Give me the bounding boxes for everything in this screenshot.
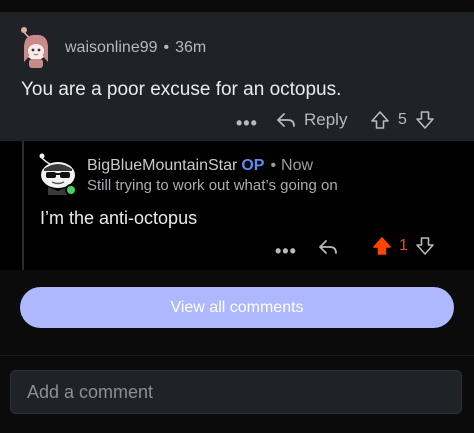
downvote-arrow-icon[interactable] (415, 110, 435, 130)
user-flair: Still trying to work out what’s going on (87, 177, 338, 194)
comment-actions: ••• Reply 5 (0, 106, 474, 136)
divider (0, 355, 474, 356)
comment-text: I’m the anti-octopus (40, 208, 198, 228)
reply-arrow-icon (277, 113, 295, 127)
comment-meta-reply: BigBlueMountainStar OP • Now (87, 157, 313, 175)
vote-count: 5 (398, 111, 407, 128)
downvote-arrow-icon[interactable] (415, 236, 435, 256)
username-link[interactable]: waisonline99 (65, 39, 158, 56)
more-options-button[interactable]: ••• (236, 114, 258, 132)
upvote-arrow-icon[interactable] (370, 110, 390, 130)
comment-actions: ••• 1 (0, 234, 474, 262)
more-options-button[interactable]: ••• (275, 242, 297, 260)
reply-arrow-icon[interactable] (318, 239, 338, 255)
meta-separator: • (163, 39, 170, 56)
top-bar (0, 0, 474, 12)
meta-separator: • (270, 157, 277, 174)
vote-controls: 1 (372, 236, 435, 256)
upvote-arrow-icon[interactable] (372, 236, 392, 256)
comment-card-parent: waisonline99 • 36m You are a poor excuse f… (0, 12, 474, 141)
comment-age: Now (281, 157, 314, 174)
avatar-snoo-sunglasses[interactable] (36, 153, 80, 197)
reply-button[interactable]: Reply (276, 110, 347, 130)
reply-label: Reply (304, 110, 348, 129)
avatar-snoo-pink[interactable] (18, 26, 52, 70)
comment-text: You are a poor excuse for an octopus. (21, 79, 342, 100)
op-badge: OP (241, 157, 265, 174)
vote-controls: 5 (370, 110, 435, 130)
vote-count: 1 (399, 237, 408, 254)
comment-meta: waisonline99 • 36m (65, 39, 206, 57)
comment-age: 36m (175, 39, 207, 56)
view-all-comments-button[interactable]: View all comments (20, 287, 454, 328)
username-link[interactable]: BigBlueMountainStar (87, 157, 237, 174)
add-comment-input[interactable]: Add a comment (10, 370, 462, 414)
